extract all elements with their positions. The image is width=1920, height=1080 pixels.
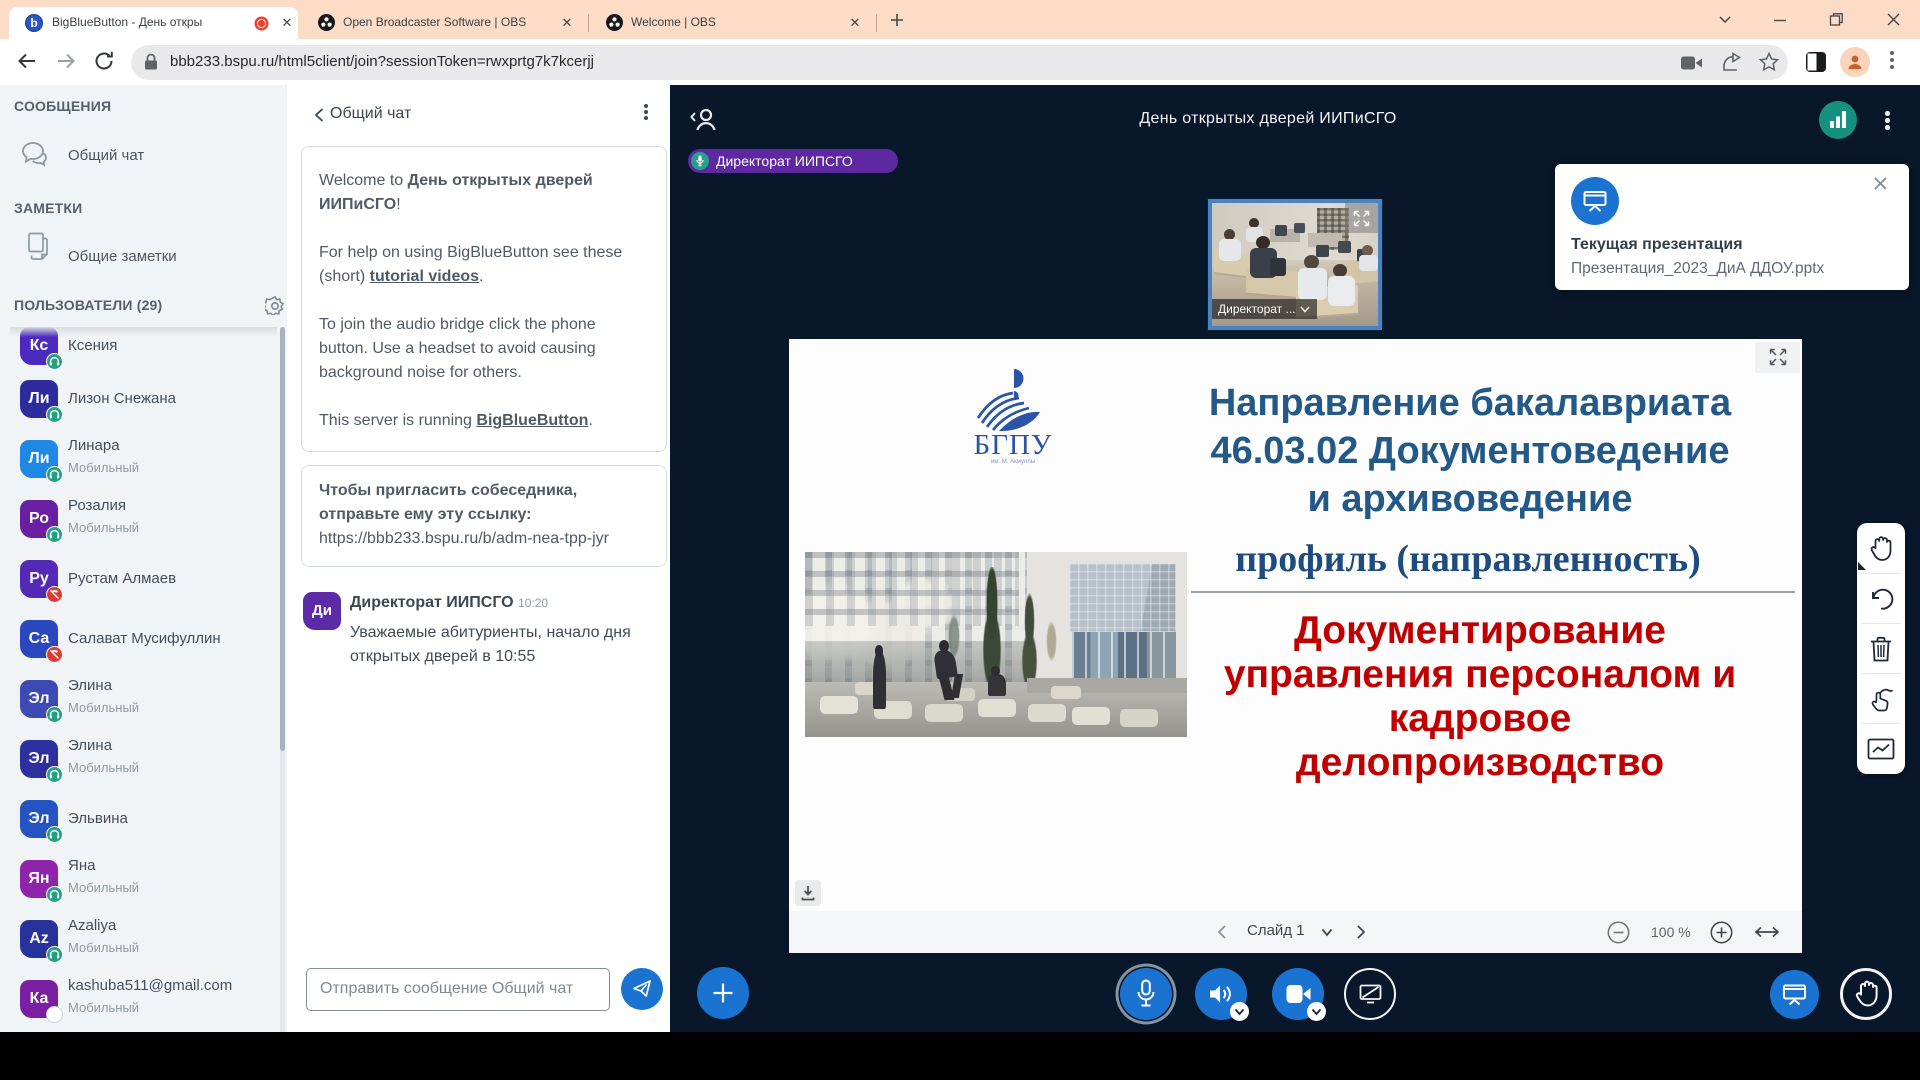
svg-text:им. М. Акмуллы: им. М. Акмуллы bbox=[991, 459, 1035, 465]
svg-text:БГПУ: БГПУ bbox=[974, 429, 1053, 461]
svg-text:b: b bbox=[30, 16, 37, 30]
